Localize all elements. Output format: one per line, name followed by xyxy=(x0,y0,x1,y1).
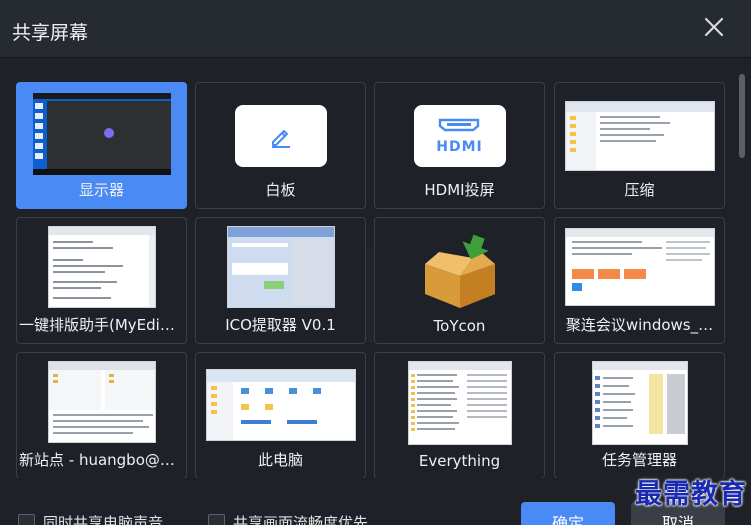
source-label: ICO提取器 V0.1 xyxy=(225,316,336,334)
smooth-priority-checkbox[interactable]: 共享画面流畅度优先 xyxy=(208,512,368,525)
share-audio-label: 同时共享电脑声音 xyxy=(43,514,164,525)
watermark-text: 最需教育 xyxy=(635,479,747,510)
grid-scrollbar[interactable] xyxy=(739,74,745,158)
source-card-toycon[interactable]: ToYcon xyxy=(374,217,545,344)
source-grid: 显示器 白板 HDMI HDMI投屏 压缩 一键排版助手(MyEdi… ICO提… xyxy=(0,58,751,478)
source-card-task-manager[interactable]: 任务管理器 xyxy=(554,352,725,478)
source-card-ico-extractor[interactable]: ICO提取器 V0.1 xyxy=(195,217,366,344)
source-label: 一键排版助手(MyEdi… xyxy=(19,316,175,334)
source-label: 白板 xyxy=(265,181,296,199)
dialog-title: 共享屏幕 xyxy=(12,22,89,44)
explorer-thumbnail xyxy=(564,101,715,171)
pencil-icon xyxy=(271,130,290,148)
source-label: 聚连会议windows_… xyxy=(565,316,714,334)
confirm-button[interactable]: 确定 xyxy=(521,502,615,525)
source-card-compress[interactable]: 压缩 xyxy=(554,82,725,209)
checkbox-box[interactable] xyxy=(18,514,35,525)
document-thumbnail xyxy=(47,226,156,308)
source-label: 显示器 xyxy=(78,181,124,199)
whiteboard-tile xyxy=(234,105,327,167)
browser-thumbnail xyxy=(564,228,715,306)
desktop-thumbnail xyxy=(32,93,171,175)
close-button[interactable] xyxy=(701,14,727,40)
source-label: ToYcon xyxy=(433,317,486,335)
hdmi-icon-text: HDMI xyxy=(436,139,483,155)
taskmgr-thumbnail xyxy=(591,361,688,445)
source-card-everything[interactable]: Everything xyxy=(374,352,545,478)
dialog-titlebar: 共享屏幕 xyxy=(0,0,751,58)
source-card-this-pc[interactable]: 此电脑 xyxy=(195,352,366,478)
list-thumbnail xyxy=(407,361,512,445)
source-label: HDMI投屏 xyxy=(424,181,495,199)
source-label: Everything xyxy=(418,452,501,470)
app-thumbnail xyxy=(226,226,335,308)
hdmi-tile: HDMI xyxy=(413,105,506,167)
source-label: 新站点 - huangbo@… xyxy=(19,451,175,469)
source-card-ftp[interactable]: 新站点 - huangbo@… xyxy=(16,352,187,478)
source-label: 此电脑 xyxy=(257,451,303,469)
hdmi-icon xyxy=(439,118,480,132)
source-label: 压缩 xyxy=(624,181,655,199)
source-card-hdmi[interactable]: HDMI HDMI投屏 xyxy=(374,82,545,209)
source-card-whiteboard[interactable]: 白板 xyxy=(195,82,366,209)
source-label: 任务管理器 xyxy=(601,451,677,469)
close-icon xyxy=(704,17,724,37)
box-icon xyxy=(419,230,501,310)
source-card-myeditor[interactable]: 一键排版助手(MyEdi… xyxy=(16,217,187,344)
source-card-julian-meeting[interactable]: 聚连会议windows_… xyxy=(554,217,725,344)
checkbox-box[interactable] xyxy=(208,514,225,525)
smooth-priority-label: 共享画面流畅度优先 xyxy=(233,514,369,525)
ftp-thumbnail xyxy=(47,361,156,443)
explorer-thumbnail xyxy=(205,369,356,441)
source-card-monitor[interactable]: 显示器 xyxy=(16,82,187,209)
share-audio-checkbox[interactable]: 同时共享电脑声音 xyxy=(18,512,163,525)
